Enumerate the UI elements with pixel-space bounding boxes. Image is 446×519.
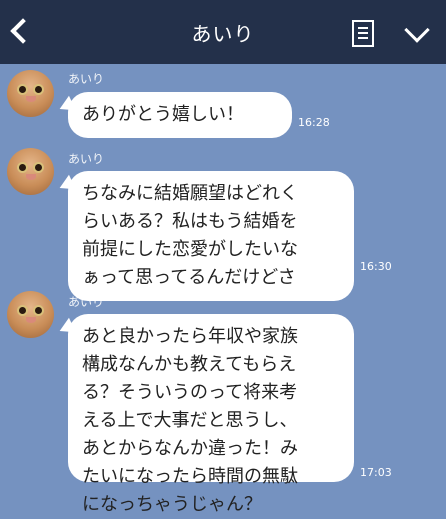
avatar[interactable] <box>7 148 54 195</box>
message-bubble[interactable]: ちなみに結婚願望はどれく らいある？私はもう結婚を 前提にした恋愛がしたいな ぁ… <box>68 171 354 301</box>
notes-icon[interactable] <box>352 20 374 47</box>
message-time: 16:28 <box>298 116 330 129</box>
message-time: 16:30 <box>360 260 392 273</box>
avatar[interactable] <box>7 291 54 338</box>
chat-title: あいり <box>191 22 255 46</box>
sender-name: あいり <box>68 152 105 166</box>
sender-name: あいり <box>68 295 105 309</box>
chat-header: あいり <box>0 0 446 64</box>
message-bubble[interactable]: あと良かったら年収や家族 構成なんかも教えてもらえ る？そういうのって将来考 え… <box>68 314 354 515</box>
message-bubble[interactable]: ありがとう嬉しい！ <box>68 92 292 138</box>
message-time: 17:03 <box>360 466 392 479</box>
sender-name: あいり <box>68 72 105 86</box>
avatar[interactable] <box>7 70 54 117</box>
